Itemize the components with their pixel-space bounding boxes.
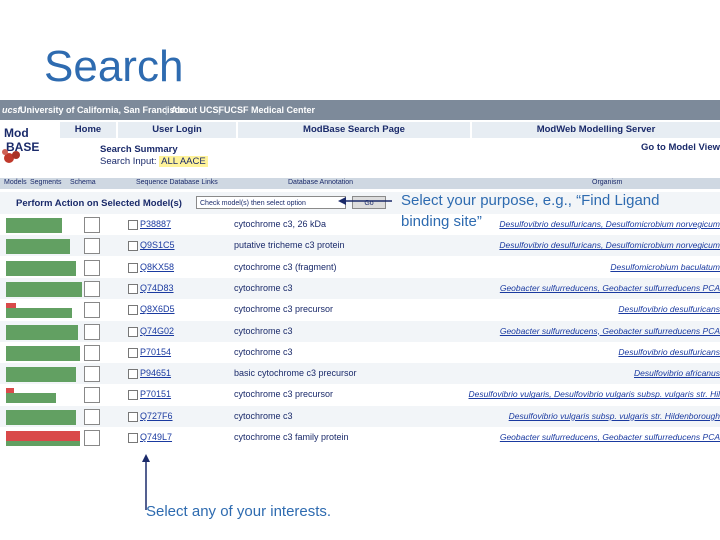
callout-arrows bbox=[142, 197, 392, 510]
